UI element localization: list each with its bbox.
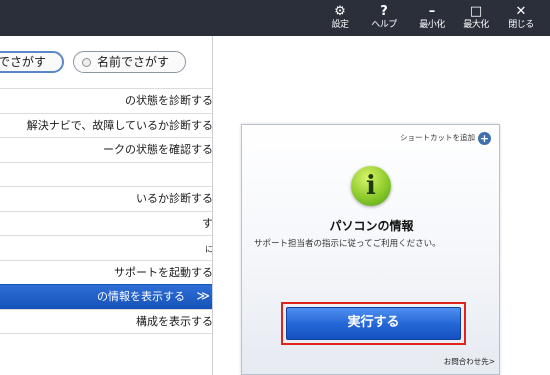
menu-item-label: す (202, 216, 213, 230)
maximize-button[interactable]: □ 最大化 (458, 3, 494, 34)
add-shortcut-link[interactable]: ショートカットを追加 + (400, 131, 491, 145)
maximize-icon: □ (469, 4, 483, 19)
search-mode-tabs: でさがす 名前でさがす (0, 36, 212, 88)
menu-item-launch-support[interactable]: サポートを起動する (0, 259, 213, 285)
card-description: サポート担当者の指示に従ってご利用ください。 (254, 239, 441, 249)
run-button[interactable]: 実行する (286, 307, 461, 340)
radio-icon (82, 58, 91, 67)
plus-circle-icon: + (478, 131, 491, 145)
menu-item-blank (0, 161, 212, 187)
close-button[interactable]: ✕ 閉じる (503, 3, 539, 34)
help-icon: ? (380, 4, 388, 19)
minimize-icon: – (428, 4, 436, 19)
maximize-label: 最大化 (463, 20, 489, 30)
menu-item-label: 解決ナビで、故障しているか診断する (26, 118, 213, 132)
double-chevron-right-icon: ≫ (196, 289, 210, 304)
contact-link[interactable]: お問合わせ先> (444, 356, 495, 367)
search-by-name-tab[interactable]: 名前でさがす (73, 51, 186, 73)
gear-icon: ⚙ (334, 4, 346, 19)
highlight-frame: 実行する (281, 302, 466, 345)
menu-item-ni[interactable]: に (0, 235, 213, 260)
menu-divider (0, 333, 212, 334)
search-by-purpose-tab[interactable]: でさがす (0, 51, 64, 73)
minimize-button[interactable]: – 最小化 (414, 3, 450, 34)
menu-item-label: ークの状態を確認する (103, 143, 213, 156)
pc-info-card: ショートカットを追加 + i パソコンの情報 サポート担当者の指示に従ってご利用く… (241, 124, 500, 375)
help-button[interactable]: ? ヘルプ (366, 3, 402, 34)
menu-item-show-pc-info[interactable]: の情報を表示する ≫ (0, 284, 212, 309)
menu-item-diagnose-state[interactable]: の状態を診断する (0, 88, 213, 113)
settings-button[interactable]: ⚙ 設定 (322, 3, 358, 34)
menu-item-check-network[interactable]: ークの状態を確認する (0, 137, 213, 162)
help-label: ヘルプ (371, 20, 397, 30)
minimize-label: 最小化 (419, 20, 445, 30)
card-title: パソコンの情報 (329, 219, 414, 233)
add-shortcut-label: ショートカットを追加 (400, 133, 475, 142)
menu-item-label: の状態を診断する (125, 94, 213, 107)
left-pane: でさがす 名前でさがす の状態を診断する 解決ナビで、故障しているか診断する ー… (0, 36, 213, 375)
menu-item-label: サポートを起動する (114, 265, 213, 279)
menu-list: の状態を診断する 解決ナビで、故障しているか診断する ークの状態を確認する いる… (0, 88, 213, 334)
menu-item-su[interactable]: す (0, 210, 213, 236)
info-icon: i (351, 166, 391, 206)
settings-label: 設定 (331, 20, 349, 30)
menu-item-diagnose-if[interactable]: いるか診断する (0, 186, 213, 211)
menu-item-label: いるか診断する (136, 192, 213, 205)
close-icon: ✕ (515, 4, 527, 19)
close-label: 閉じる (508, 20, 534, 30)
right-pane: ショートカットを追加 + i パソコンの情報 サポート担当者の指示に従ってご利用く… (214, 36, 550, 375)
menu-item-label: 構成を表示する (136, 314, 213, 328)
title-bar: ⚙ 設定 ? ヘルプ – 最小化 □ 最大化 ✕ 閉じる (0, 0, 550, 36)
menu-item-show-config[interactable]: 構成を表示する (0, 308, 213, 334)
menu-item-label: に (205, 245, 213, 254)
menu-item-label: の情報を表示する (97, 290, 185, 303)
menu-item-diagnose-failure[interactable]: 解決ナビで、故障しているか診断する (0, 112, 213, 138)
search-by-purpose-label: でさがす (0, 55, 47, 69)
search-by-name-label: 名前でさがす (97, 55, 170, 69)
